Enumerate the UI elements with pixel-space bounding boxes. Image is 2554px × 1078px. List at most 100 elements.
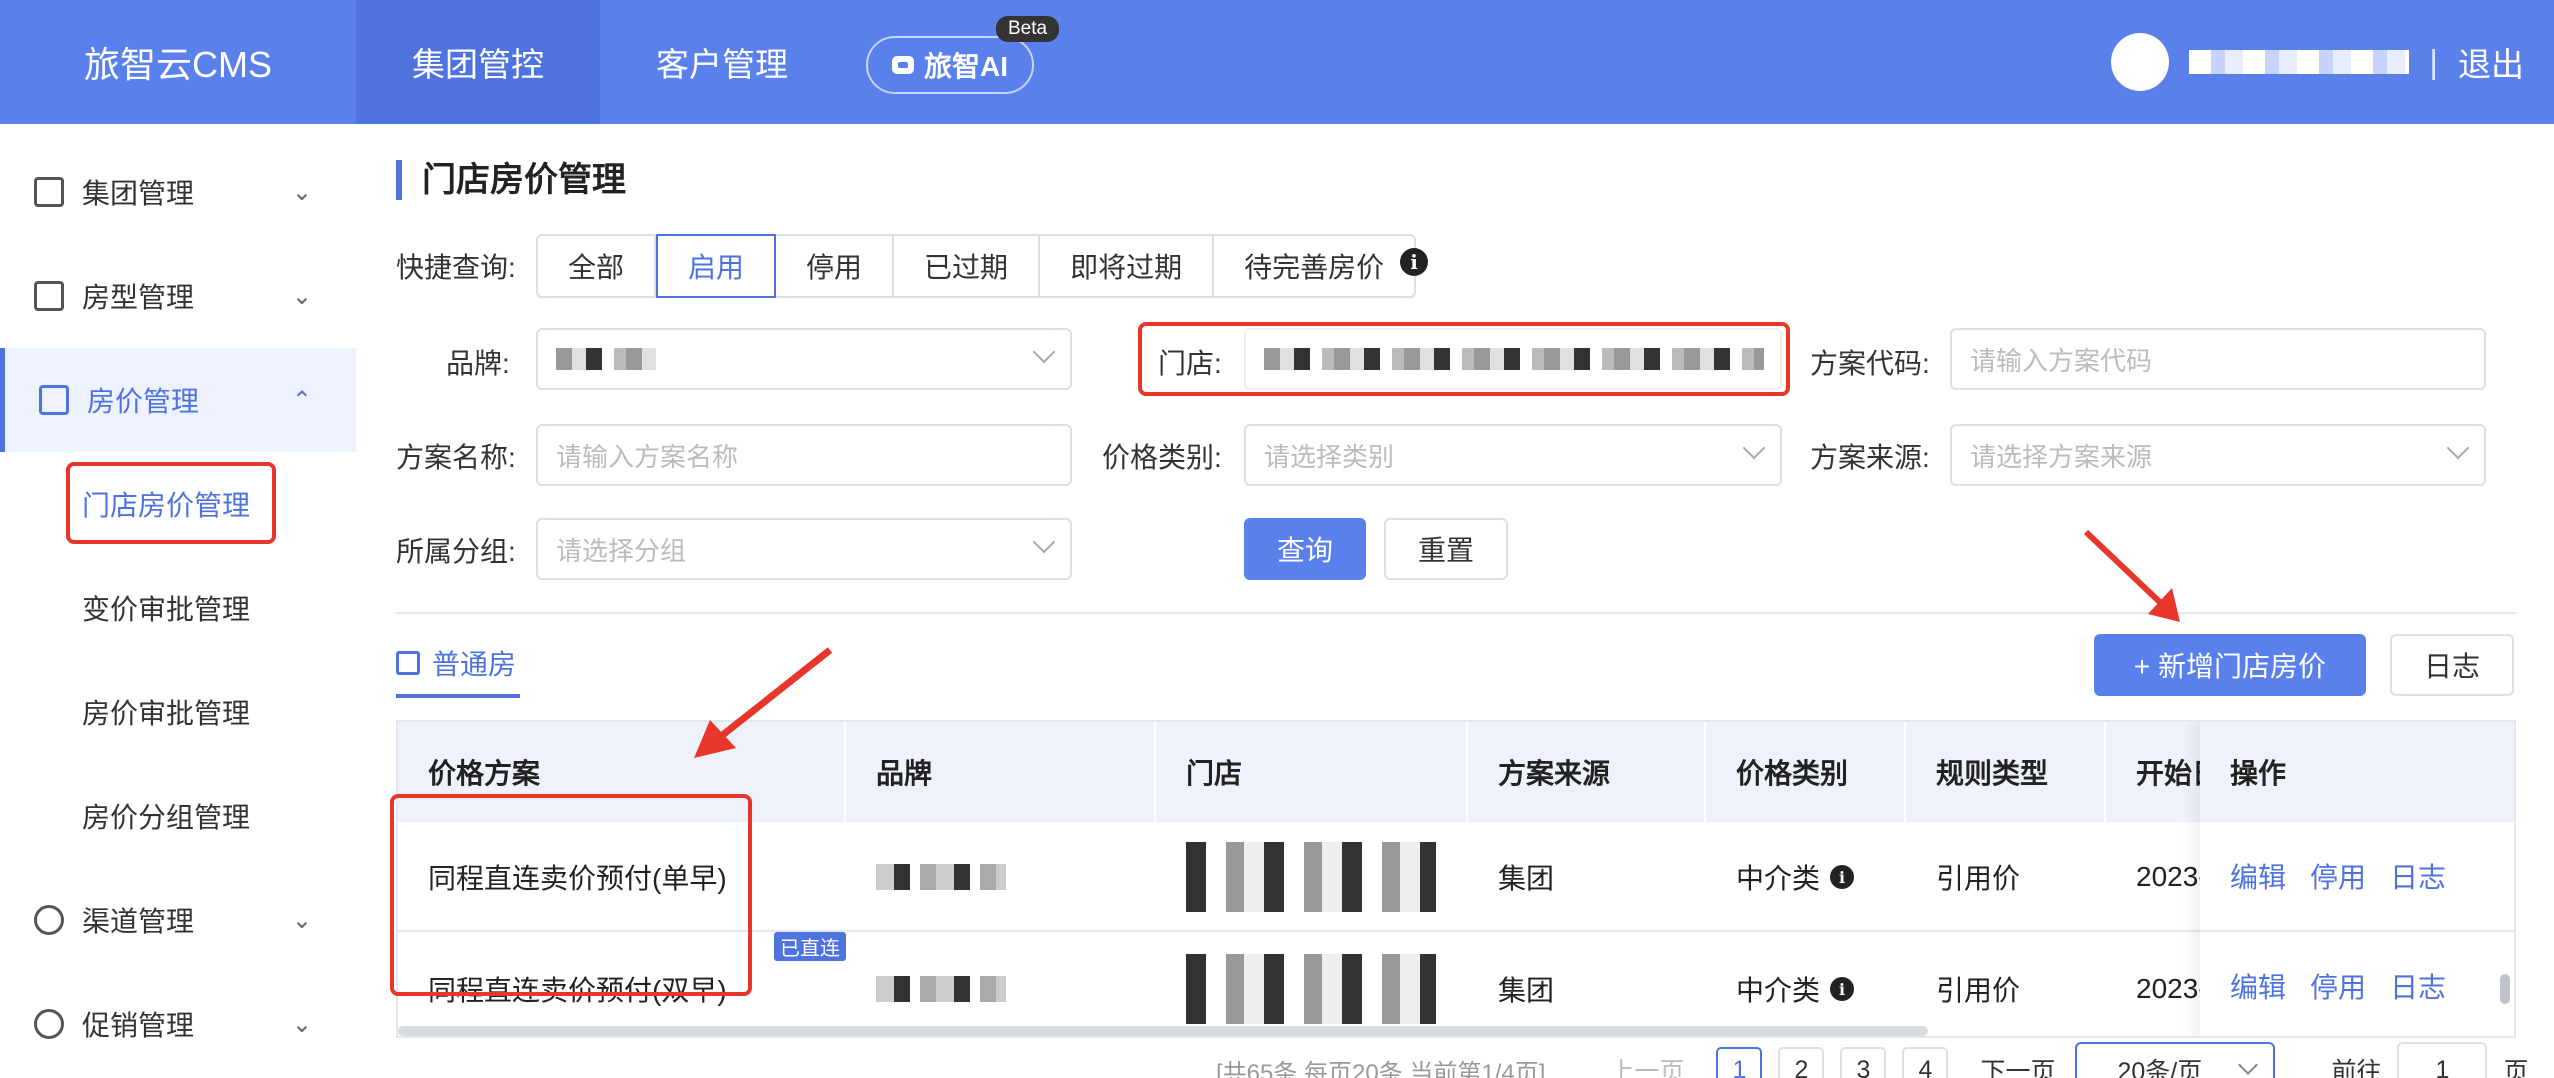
col-ops: 操作 [2200,722,2514,822]
page-size-select[interactable]: 20条/页 [2075,1042,2276,1078]
quick-filter-expired[interactable]: 已过期 [894,236,1041,296]
sidebar-item-label: 房价管理 [87,386,200,417]
log-link[interactable]: 日志 [2390,966,2446,1006]
store-select[interactable] [1244,328,1782,390]
annotation-arrow-icon [2083,529,2180,622]
robot-icon [891,56,914,74]
cell-price-type: 中介类 i [1706,934,1906,1036]
cell-brand [846,822,1156,932]
store-masked [1186,954,1436,1024]
brand-select[interactable] [536,328,1072,390]
sidebar-item-room-price[interactable]: 房价管理 ⌃ [0,348,356,452]
plan-source-select[interactable]: 请选择方案来源 [1950,424,2486,486]
sidebar-item-promotion[interactable]: 促销管理 ⌄ [0,972,356,1076]
topnav-group-control[interactable]: 集团管控 [356,0,600,124]
sidebar-subitem-price-approval[interactable]: 房价审批管理 [0,660,356,764]
sidebar-item-channel[interactable]: 渠道管理 ⌄ [0,868,356,972]
goto-label: 前往 [2331,1058,2382,1078]
chevron-down-icon [2238,1055,2259,1075]
info-icon[interactable]: i [1830,865,1855,889]
quick-filter-enabled[interactable]: 启用 [656,234,777,298]
sidebar-item-label: 渠道管理 [82,906,195,937]
col-brand: 品牌 [846,722,1156,822]
col-rule-type: 规则类型 [1906,722,2106,822]
coupon-icon [34,1009,64,1039]
pagination-total: [共65条 每页20条 当前第1/4页] [1216,1059,1546,1078]
quick-filter-expiring[interactable]: 即将过期 [1040,236,1215,296]
chevron-down-icon: ⌄ [291,906,312,934]
edit-link[interactable]: 编辑 [2230,966,2286,1006]
cell-price-type: 中介类 i [1706,822,1906,932]
add-store-price-button[interactable]: + 新增门店房价 [2094,634,2366,696]
group-select[interactable]: 请选择分组 [536,518,1072,580]
cell-rule-type: 引用价 [1936,975,2021,1006]
quick-filter-incomplete[interactable]: 待完善房价 [1214,236,1414,296]
cell-rule-type: 引用价 [1936,863,2021,894]
sidebar: 集团管理 ⌄ 房型管理 ⌄ 房价管理 ⌃ 门店房价管理 变价审批管理 房价审批管… [0,124,356,1078]
search-button[interactable]: 查询 [1244,518,1366,580]
separator: | [2429,43,2438,80]
app-logo[interactable]: 旅智云CMS [0,0,356,124]
user-area: | 退出 [2111,0,2524,124]
ai-assistant-button[interactable]: 旅智AI [866,36,1034,94]
sidebar-item-room-type[interactable]: 房型管理 ⌄ [0,244,356,348]
monitor-icon [34,177,64,207]
info-icon[interactable]: i [1830,977,1855,1001]
page-unit-label: 页 [2503,1058,2529,1078]
next-page-button[interactable]: 下一页 [1980,1052,2055,1078]
quick-filter-disabled[interactable]: 停用 [776,236,895,296]
goto-page-input[interactable]: 1 [2397,1042,2488,1078]
edit-link[interactable]: 编辑 [2230,856,2286,896]
plan-name-label: 方案名称: [396,442,516,473]
quick-filter-group: 全部 启用 停用 已过期 即将过期 待完善房价 [536,234,1417,298]
avatar[interactable] [2111,33,2170,91]
reset-button[interactable]: 重置 [1384,518,1508,580]
card-icon [39,385,69,415]
vertical-scrollbar[interactable] [2500,974,2510,1004]
disable-link[interactable]: 停用 [2310,966,2366,1006]
info-icon[interactable]: i [1400,248,1428,276]
pagination: [共65条 每页20条 当前第1/4页] 上一页 1 2 3 4 下一页 20条… [1216,1038,2529,1078]
chevron-down-icon [1742,436,1766,460]
page-number[interactable]: 4 [1902,1047,1949,1078]
group-placeholder: 请选择分组 [556,535,687,566]
sidebar-item-label: 集团管理 [82,178,195,209]
price-type-text: 中介类 [1736,975,1821,1006]
col-store: 门店 [1156,722,1468,822]
price-type-text: 中介类 [1736,863,1821,894]
logout-link[interactable]: 退出 [2458,38,2524,86]
quick-filter-all[interactable]: 全部 [538,236,657,296]
log-link[interactable]: 日志 [2390,856,2446,896]
annotation-arrow-icon [694,647,833,758]
top-nav: 集团管控 客户管理 [356,0,844,124]
page-number[interactable]: 2 [1778,1047,1825,1078]
plan-name-input[interactable]: 请输入方案名称 [536,424,1072,486]
chevron-down-icon [1032,340,1056,364]
sidebar-subitem-price-change-approval[interactable]: 变价审批管理 [0,556,356,660]
direct-connect-badge: 已直连 [774,932,846,961]
quick-query-label: 快捷查询: [396,252,516,283]
plan-source-placeholder: 请选择方案来源 [1970,441,2153,472]
ai-assistant-label: 旅智AI [923,51,1008,82]
chevron-down-icon [1032,530,1056,554]
tab-standard-room[interactable]: 普通房 [396,632,521,698]
store-masked [1186,842,1436,912]
page-size-value: 20条/页 [2117,1058,2203,1078]
plan-code-input[interactable]: 请输入方案代码 [1950,328,2486,390]
disable-link[interactable]: 停用 [2310,856,2366,896]
sidebar-item-group-management[interactable]: 集团管理 ⌄ [0,140,356,244]
prev-page-button[interactable]: 上一页 [1609,1052,1684,1078]
log-button[interactable]: 日志 [2390,634,2514,696]
annotation-highlight-box [66,462,276,544]
sidebar-subitem-price-group[interactable]: 房价分组管理 [0,764,356,868]
price-type-select[interactable]: 请选择类别 [1244,424,1782,486]
sidebar-item-label: 促销管理 [82,1010,195,1041]
sidebar-item-label: 房型管理 [82,282,195,313]
ops-row: 编辑 停用 日志 [2200,822,2514,932]
page-number[interactable]: 1 [1716,1047,1763,1078]
ops-row: 编辑 停用 日志 [2200,932,2514,1036]
topnav-customer-management[interactable]: 客户管理 [600,0,844,124]
chevron-down-icon: ⌄ [291,282,312,310]
page-number[interactable]: 3 [1840,1047,1887,1078]
horizontal-scrollbar[interactable] [398,1026,1928,1036]
